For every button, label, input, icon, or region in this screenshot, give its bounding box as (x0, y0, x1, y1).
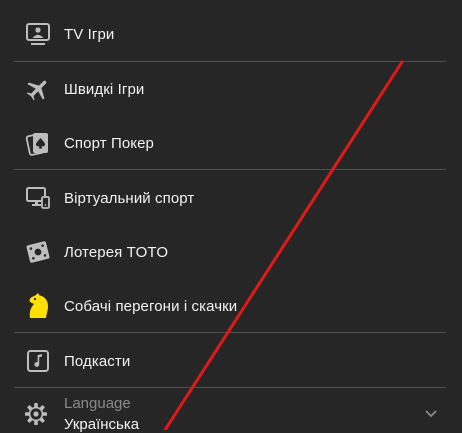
menu-item-label: TV Ігри (64, 25, 115, 43)
menu-item-podcasts[interactable]: Подкасти (0, 334, 462, 388)
menu-item-label: Швидкі Ігри (64, 80, 145, 98)
podcast-icon (24, 347, 52, 375)
menu-item-lottery-toto[interactable]: Лотерея TOTO (0, 225, 462, 279)
language-value: Українська (64, 416, 140, 433)
menu-item-label: Віртуальний спорт (64, 189, 195, 207)
menu-item-dog-horse-racing[interactable]: Собачі перегони і скачки (0, 279, 462, 333)
gear-icon (24, 402, 52, 430)
menu-item-virtual-sport[interactable]: Віртуальний спорт (0, 171, 462, 225)
menu-item-label: Подкасти (64, 352, 131, 370)
divider (14, 169, 446, 170)
menu-item-fast-games[interactable]: Швидкі Ігри (0, 62, 462, 116)
tv-games-icon (24, 20, 52, 48)
airplane-icon (24, 75, 52, 103)
poker-cards-icon (24, 129, 52, 157)
menu-item-label: Собачі перегони і скачки (64, 297, 238, 315)
chevron-down-icon[interactable] (424, 406, 438, 418)
divider (14, 332, 446, 333)
language-selector[interactable]: Language Українська (0, 388, 462, 433)
menu-item-label: Спорт Покер (64, 134, 154, 152)
menu-item-label: Лотерея TOTO (64, 243, 169, 261)
menu-item-tv-games[interactable]: TV Ігри (0, 7, 462, 61)
horse-head-icon (24, 292, 52, 320)
lottery-ticket-icon (24, 238, 52, 266)
virtual-sport-icon (24, 184, 52, 212)
menu-item-sport-poker[interactable]: Спорт Покер (0, 116, 462, 170)
language-title: Language (64, 395, 131, 412)
